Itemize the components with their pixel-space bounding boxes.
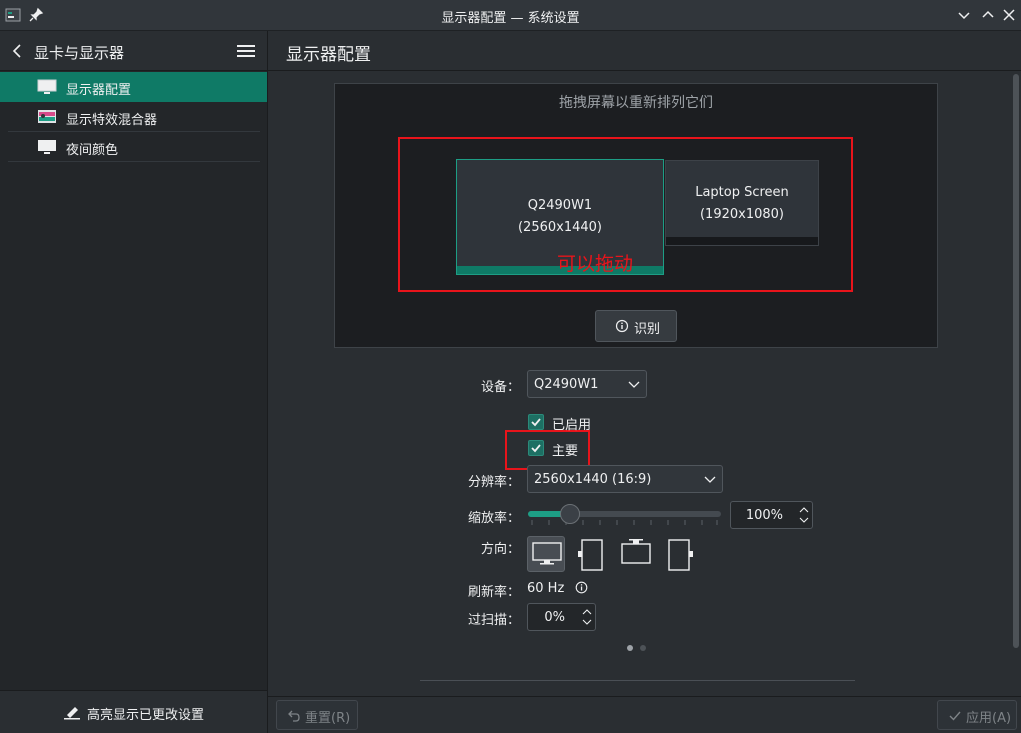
portrait-right-monitor-icon [668, 539, 693, 571]
maximize-icon[interactable] [979, 6, 997, 24]
device-value: Q2490W1 [534, 377, 599, 392]
device-select[interactable]: Q2490W1 [527, 370, 647, 398]
identify-label: 识别 [634, 322, 661, 337]
checkmark-icon [949, 711, 961, 721]
window-title: 显示器配置 — 系统设置 [441, 11, 580, 26]
spin-arrows-icon[interactable] [582, 607, 592, 627]
portrait-left-monitor-icon [578, 539, 603, 571]
primary-label: 主要 [552, 444, 579, 459]
info-icon [615, 319, 629, 333]
arrange-hint: 拖拽屏幕以重新排列它们 [559, 95, 713, 111]
title-bar: 显示器配置 — 系统设置 [0, 0, 1021, 31]
orientation-label: 方向： [480, 542, 520, 557]
orientation-normal-button[interactable] [527, 536, 565, 572]
annotation-drag-text: 可以拖动 [557, 253, 634, 275]
footer-label: 高亮显示已更改设置 [87, 708, 205, 723]
device-label: 设备： [480, 380, 520, 395]
page-title: 显示器配置 [286, 45, 371, 65]
overscan-spinbox[interactable]: 0% [527, 603, 596, 631]
orientation-inverted-button[interactable] [617, 536, 655, 572]
info-icon[interactable] [575, 581, 588, 594]
orientation-left-button[interactable] [573, 536, 611, 572]
enabled-checkbox[interactable] [528, 414, 544, 430]
hamburger-menu-icon[interactable] [237, 44, 255, 58]
resolution-value: 2560x1440 (16:9) [534, 472, 652, 487]
resolution-select[interactable]: 2560x1440 (16:9) [527, 465, 723, 493]
chevron-down-icon [628, 381, 640, 388]
monitor-icon [37, 79, 57, 94]
reset-button[interactable]: 重置(R) [276, 700, 358, 730]
apply-label: 应用(A) [966, 711, 1012, 726]
overscan-label: 过扫描： [467, 613, 520, 628]
back-arrow-icon[interactable] [10, 43, 24, 59]
identify-button[interactable]: 识别 [595, 310, 677, 342]
sidebar-item-label: 显示器配置 [66, 83, 132, 98]
sidebar-header: 显卡与显示器 [0, 31, 267, 71]
undo-icon [288, 710, 300, 722]
reset-label: 重置(R) [305, 711, 351, 726]
refresh-rate-value: 60 Hz [527, 581, 565, 596]
landscape-monitor-icon [532, 542, 562, 565]
resolution-label: 分辨率： [467, 475, 520, 490]
apply-button[interactable]: 应用(A) [937, 700, 1017, 730]
minimize-icon[interactable] [955, 6, 973, 24]
sidebar: 显卡与显示器 显示器配置 显示特效混合器 夜间颜色 高亮显示已更改设置 [0, 31, 268, 733]
close-icon[interactable] [1000, 6, 1018, 24]
sidebar-title: 显卡与显示器 [34, 44, 125, 62]
scale-slider-ticks [531, 520, 718, 525]
refresh-rate-label: 刷新率： [467, 585, 520, 600]
scrollbar-thumb[interactable] [1013, 74, 1019, 648]
main-header: 显示器配置 [268, 31, 1021, 71]
scale-value: 100% [745, 508, 783, 523]
orientation-right-button[interactable] [662, 536, 700, 572]
scale-slider-handle[interactable] [560, 504, 580, 524]
night-color-icon [38, 140, 56, 154]
page-indicator [627, 645, 646, 651]
highlighter-icon [64, 707, 80, 720]
scrollbar[interactable] [1011, 72, 1021, 696]
spin-arrows-icon[interactable] [799, 505, 809, 525]
scale-slider-track[interactable] [528, 511, 721, 517]
highlight-changed-settings-button[interactable]: 高亮显示已更改设置 [0, 690, 267, 733]
compositor-icon [38, 110, 56, 123]
sidebar-item-display-config[interactable]: 显示器配置 [0, 72, 267, 102]
chevron-down-icon [704, 476, 716, 483]
sidebar-item-night-color[interactable]: 夜间颜色 [0, 132, 267, 162]
divider [420, 680, 855, 681]
sidebar-item-compositor[interactable]: 显示特效混合器 [0, 102, 267, 132]
sidebar-item-label: 夜间颜色 [66, 143, 119, 158]
scale-label: 缩放率： [467, 511, 520, 526]
sidebar-item-label: 显示特效混合器 [66, 113, 158, 128]
scale-spinbox[interactable]: 100% [730, 501, 813, 529]
bottom-bar: 重置(R) 应用(A) [268, 696, 1021, 733]
overscan-value: 0% [544, 610, 565, 625]
inverted-monitor-icon [621, 539, 651, 564]
enabled-label: 已启用 [552, 418, 592, 433]
divider [8, 161, 260, 162]
primary-checkbox[interactable] [528, 440, 544, 456]
